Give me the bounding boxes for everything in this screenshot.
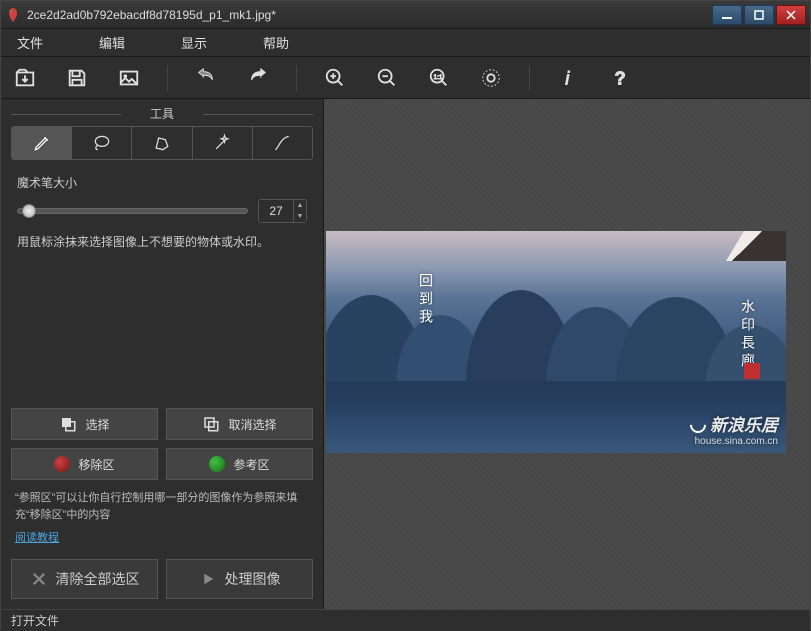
red-dot-icon	[54, 456, 70, 472]
image-button[interactable]	[115, 64, 143, 92]
brush-size-label: 魔术笔大小	[17, 174, 307, 191]
svg-text:1:1: 1:1	[434, 73, 443, 80]
help-button[interactable]: ?	[606, 64, 634, 92]
brush-size-spinner[interactable]: ▲▼	[258, 199, 307, 223]
tool-selector	[11, 126, 313, 160]
zoom-fit-button[interactable]	[477, 64, 505, 92]
window-title: 2ce2d2ad0b792ebacdf8d78195d_p1_mk1.jpg*	[27, 8, 710, 22]
status-text: 打开文件	[11, 612, 59, 629]
tool-lasso[interactable]	[72, 127, 132, 159]
brush-size-slider[interactable]	[17, 208, 248, 214]
green-dot-icon	[209, 456, 225, 472]
save-button[interactable]	[63, 64, 91, 92]
spinner-down[interactable]: ▼	[294, 211, 306, 222]
zoom-actual-button[interactable]: 1:1	[425, 64, 453, 92]
svg-text:?: ?	[615, 67, 626, 88]
select-button[interactable]: 选择	[11, 408, 158, 440]
overlay-text-2: 水印長廊	[738, 299, 758, 371]
undo-button[interactable]	[192, 64, 220, 92]
ref-zone-help: “参照区”可以让你自行控制用哪一部分的图像作为参照来填充“移除区”中的内容	[11, 488, 313, 525]
tool-marker[interactable]	[12, 127, 72, 159]
menu-view[interactable]: 显示	[173, 29, 215, 56]
clear-selection-button[interactable]: 清除全部选区	[11, 559, 158, 599]
tool-hint: 用鼠标涂抹来选择图像上不想要的物体或水印。	[11, 233, 313, 252]
deselect-button[interactable]: 取消选择	[166, 408, 313, 440]
ref-zone-button[interactable]: 参考区	[166, 448, 313, 480]
close-button[interactable]	[776, 5, 806, 25]
remove-zone-button[interactable]: 移除区	[11, 448, 158, 480]
tool-line[interactable]	[253, 127, 312, 159]
overlay-text-1: 回到我	[416, 273, 436, 327]
tool-wand[interactable]	[193, 127, 253, 159]
toolbar: 1:1 i ?	[1, 57, 810, 99]
seal-icon	[744, 363, 760, 379]
tutorial-link[interactable]: 阅读教程	[11, 525, 313, 549]
brush-size-input[interactable]	[259, 200, 293, 222]
minimize-button[interactable]	[712, 5, 742, 25]
zoom-in-button[interactable]	[321, 64, 349, 92]
zoom-out-button[interactable]	[373, 64, 401, 92]
titlebar: 2ce2d2ad0b792ebacdf8d78195d_p1_mk1.jpg*	[1, 1, 810, 29]
menu-edit[interactable]: 编辑	[91, 29, 133, 56]
maximize-button[interactable]	[744, 5, 774, 25]
process-button[interactable]: 处理图像	[166, 559, 313, 599]
tool-polygon[interactable]	[132, 127, 192, 159]
tools-panel-title: 工具	[11, 105, 313, 122]
canvas-area[interactable]: 回到我 水印長廊 新浪乐居 house.sina.com.cn	[323, 99, 810, 609]
sidebar: 工具 魔术笔大小 ▲▼ 用鼠标涂抹来选择图像上不想要的物体或水印。 选择 取消选…	[1, 99, 323, 609]
watermark: 新浪乐居 house.sina.com.cn	[688, 411, 778, 447]
statusbar: 打开文件	[1, 609, 810, 631]
info-button[interactable]: i	[554, 64, 582, 92]
app-icon	[5, 7, 21, 23]
menu-help[interactable]: 帮助	[255, 29, 297, 56]
svg-text:i: i	[565, 67, 570, 88]
open-button[interactable]	[11, 64, 39, 92]
sina-logo-icon	[688, 415, 708, 435]
redo-button[interactable]	[244, 64, 272, 92]
menu-file[interactable]: 文件	[9, 29, 51, 56]
spinner-up[interactable]: ▲	[294, 200, 306, 211]
menubar: 文件 编辑 显示 帮助	[1, 29, 810, 57]
image-preview: 回到我 水印長廊 新浪乐居 house.sina.com.cn	[326, 231, 786, 453]
